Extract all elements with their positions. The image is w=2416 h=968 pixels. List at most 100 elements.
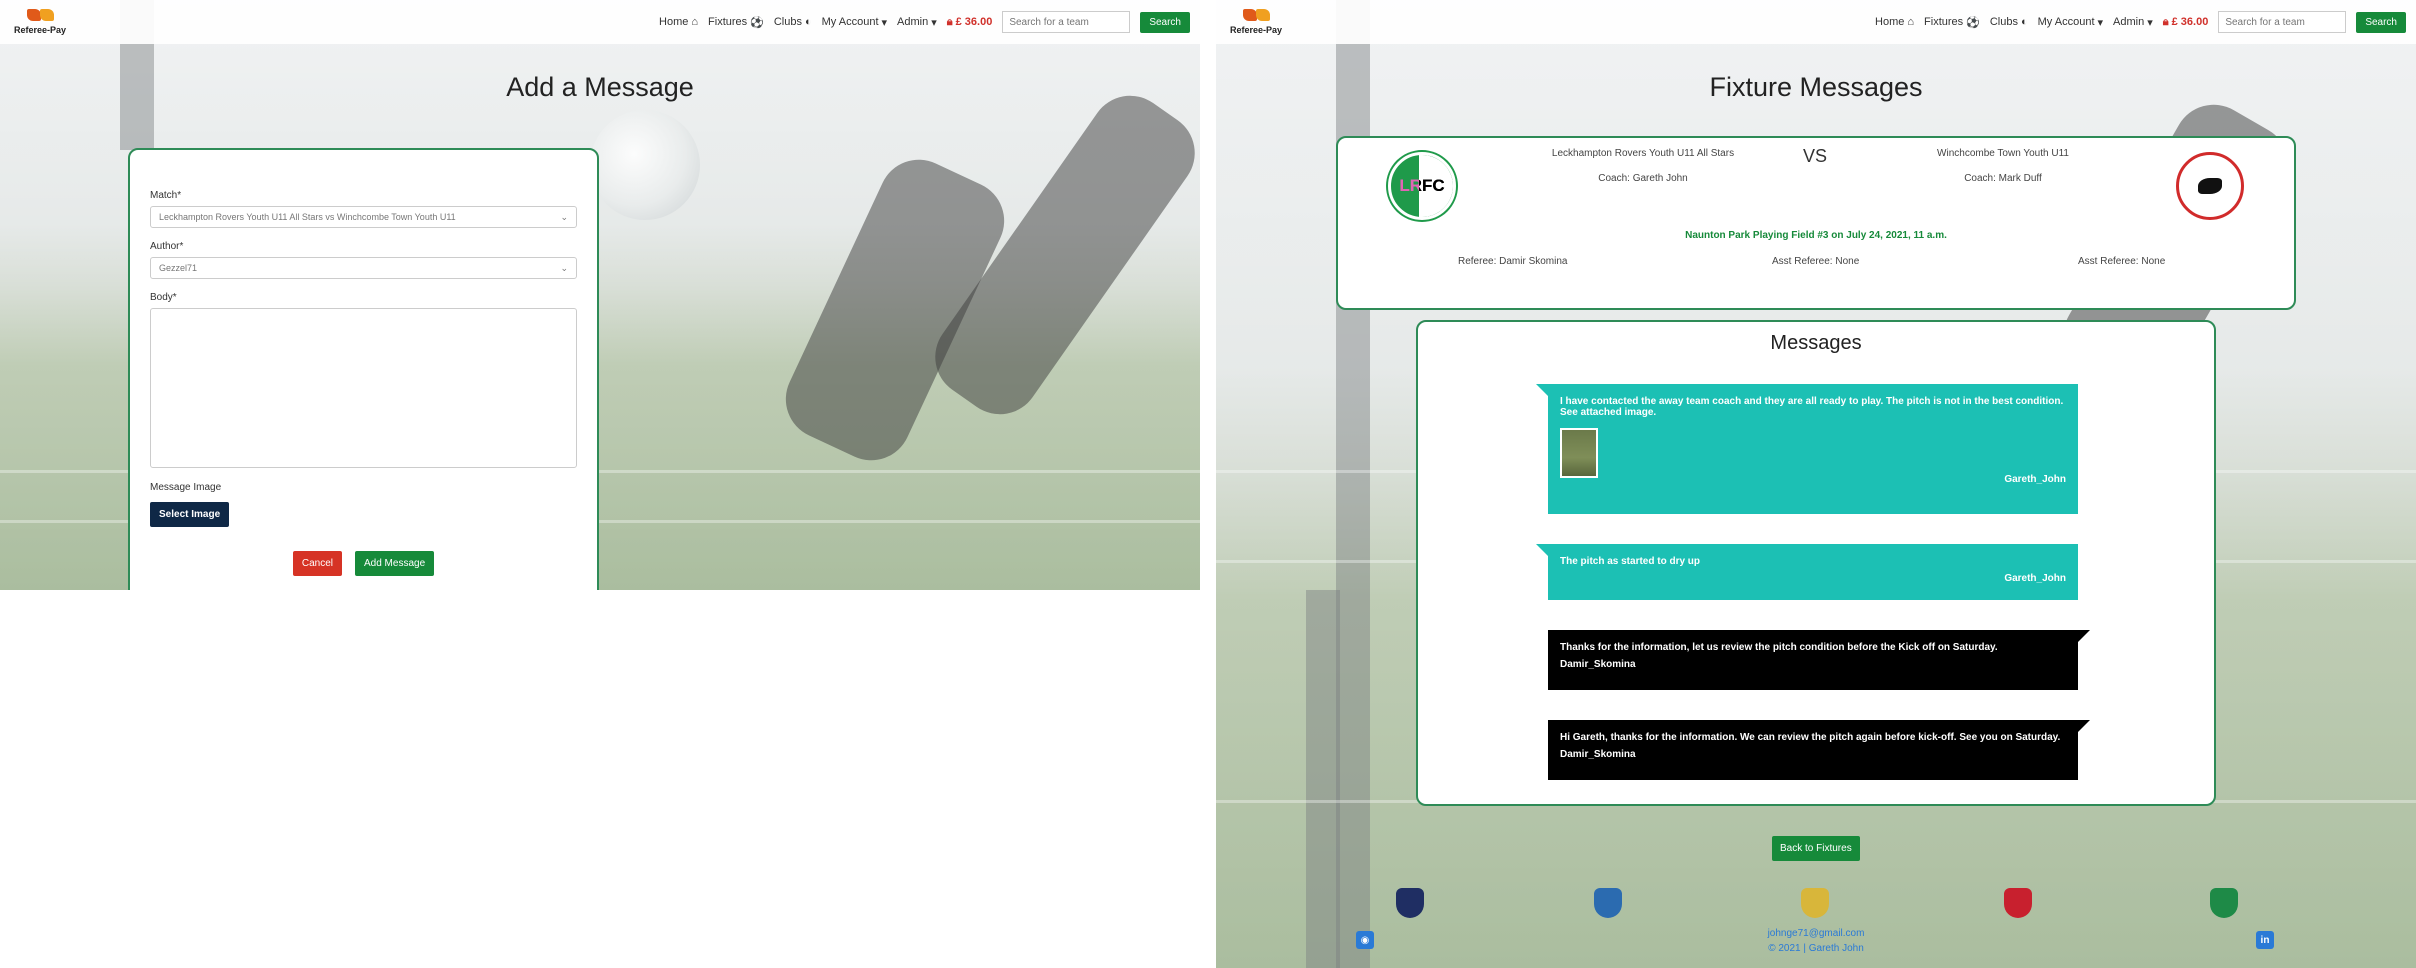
nav-fixtures-label: Fixtures: [1924, 16, 1964, 28]
nav-clubs[interactable]: Clubs ◐: [1990, 16, 2028, 28]
message-bubble: Thanks for the information, let us revie…: [1548, 630, 2090, 690]
away-coach: Coach: Mark Duff: [1964, 173, 2042, 184]
cart-total: £ 36.00: [2171, 16, 2209, 28]
nav-my-account[interactable]: My Account ▾: [822, 16, 887, 29]
assistant-referee-1: Asst Referee: None: [1772, 256, 1860, 267]
lock-icon: 🔒︎: [946, 15, 953, 28]
message-text: Thanks for the information, let us revie…: [1560, 642, 1998, 653]
wales-fa-badge-icon: [2004, 888, 2032, 918]
home-team-name: Leckhampton Rovers Youth U11 All Stars: [1551, 148, 1735, 159]
fixture-card: LRFC Leckhampton Rovers Youth U11 All St…: [1336, 136, 2296, 310]
author-select[interactable]: Gezzel71 ⌄: [150, 257, 577, 279]
nav-home[interactable]: Home ⌂: [659, 16, 698, 28]
message-author: Damir_Skomina: [1560, 749, 1636, 760]
message-text: Hi Gareth, thanks for the information. W…: [1560, 732, 2061, 743]
magpie-icon: [2198, 178, 2222, 194]
image-label: Message Image: [150, 482, 222, 493]
nav-clubs[interactable]: Clubs ◐: [774, 16, 812, 28]
nav-cart[interactable]: 🔒︎ £ 36.00: [947, 16, 993, 29]
page-title: Fixture Messages: [1709, 72, 1923, 102]
nav-fixtures[interactable]: Fixtures ⚽: [708, 16, 764, 29]
cancel-button[interactable]: Cancel: [292, 551, 342, 576]
page-title: Add a Message: [506, 72, 694, 102]
ireland-fa-badge-icon: [2210, 888, 2238, 918]
venue-datetime: Naunton Park Playing Field #3 on July 24…: [1685, 230, 1947, 241]
home-icon: ⌂: [1907, 16, 1915, 28]
linkedin-icon[interactable]: in: [2256, 931, 2274, 949]
caret-down-icon: ▾: [2147, 16, 2153, 29]
match-select-value: Leckhampton Rovers Youth U11 All Stars v…: [159, 212, 456, 222]
message-author: Damir_Skomina: [1560, 659, 1636, 670]
message-image-thumbnail[interactable]: [1560, 428, 1598, 478]
assistant-referee-2: Asst Referee: None: [2078, 256, 2166, 267]
flags-icon: [25, 9, 55, 23]
flags-icon: [1241, 9, 1271, 23]
footer-copyright: © 2021 | Gareth John: [1768, 943, 1864, 954]
caret-down-icon: ▾: [881, 16, 888, 29]
lock-icon: 🔒︎: [2162, 15, 2169, 28]
nav-my-account-label: My Account: [2037, 16, 2095, 28]
fixture-messages-screen: Referee-Pay Home ⌂ Fixtures ⚽ Clubs ◐ My Ac…: [1216, 0, 2416, 968]
nav-admin-label: Admin: [897, 16, 929, 28]
ball-icon: ⚽: [750, 16, 764, 29]
scotland-fa-badge-icon: [1801, 888, 1829, 918]
nav-clubs-label: Clubs: [773, 16, 802, 28]
search-button[interactable]: Search: [1140, 11, 1190, 33]
search-input[interactable]: [2218, 11, 2347, 33]
brand-logo[interactable]: Referee-Pay: [1226, 9, 1286, 35]
nav-cart[interactable]: 🔒︎ £ 36.00: [2163, 16, 2209, 29]
message-bubble: I have contacted the away team coach and…: [1536, 384, 2078, 514]
brand-name: Referee-Pay: [13, 25, 67, 35]
nav-admin[interactable]: Admin ▾: [897, 16, 937, 29]
add-message-button[interactable]: Add Message: [354, 551, 435, 576]
home-team: Leckhampton Rovers Youth U11 All Stars C…: [1498, 148, 1788, 184]
navbar: Referee-Pay Home ⌂ Fixtures ⚽ Clubs ◐ My Ac…: [1216, 0, 2416, 44]
chevron-down-icon: ⌄: [560, 262, 568, 273]
referee: Referee: Damir Skomina: [1458, 256, 1568, 267]
body-textarea[interactable]: [150, 308, 577, 468]
caret-down-icon: ▾: [931, 16, 937, 29]
footer-email-link[interactable]: johnge71@gmail.com: [1216, 928, 2416, 939]
message-text: I have contacted the away team coach and…: [1560, 396, 2064, 418]
vs-label: VS: [1803, 146, 1828, 166]
nav-my-account[interactable]: My Account ▾: [2038, 16, 2103, 29]
navbar: Referee-Pay Home ⌂ Fixtures ⚽ Clubs ◐ My Ac…: [0, 0, 1200, 44]
nav-home-label: Home: [659, 16, 689, 28]
shield-icon: ◐: [2020, 16, 2028, 28]
ball-icon: ⚽: [1966, 16, 1980, 29]
away-club-crest: [2176, 152, 2244, 220]
home-crest-text: LRFC: [1399, 176, 1445, 195]
messages-card: Messages I have contacted the away team …: [1416, 320, 2216, 806]
back-to-fixtures-button[interactable]: Back to Fixtures: [1772, 836, 1860, 861]
england-fa-badge-icon: [1396, 888, 1424, 918]
nav-my-account-label: My Account: [821, 16, 879, 28]
add-message-screen: Referee-Pay Home ⌂ Fixtures ⚽ Clubs ◐ My Ac…: [0, 0, 1200, 590]
message-text: The pitch as started to dry up: [1560, 556, 1701, 567]
brand-logo[interactable]: Referee-Pay: [10, 9, 70, 35]
home-icon: ⌂: [691, 16, 699, 28]
nav-admin[interactable]: Admin ▾: [2113, 16, 2153, 29]
message-author: Gareth_John: [2004, 474, 2066, 485]
nav-clubs-label: Clubs: [1989, 16, 2018, 28]
nav-fixtures[interactable]: Fixtures ⚽: [1924, 16, 1980, 29]
nav-admin-label: Admin: [2113, 16, 2145, 28]
match-label: Match*: [150, 190, 182, 201]
home-coach: Coach: Gareth John: [1598, 173, 1688, 184]
add-message-form: Match* Leckhampton Rovers Youth U11 All …: [128, 148, 599, 590]
author-label: Author*: [150, 241, 184, 252]
shield-icon: ◐: [804, 16, 812, 28]
messages-title: Messages: [1770, 332, 1862, 354]
search-button[interactable]: Search: [2356, 11, 2406, 33]
northern-ireland-fa-badge-icon: [1594, 888, 1622, 918]
nav-home[interactable]: Home ⌂: [1875, 16, 1914, 28]
brand-name: Referee-Pay: [1229, 25, 1283, 35]
author-select-value: Gezzel71: [159, 263, 198, 273]
caret-down-icon: ▾: [2097, 16, 2104, 29]
message-bubble: Hi Gareth, thanks for the information. W…: [1548, 720, 2090, 780]
chevron-down-icon: ⌄: [560, 211, 568, 222]
select-image-button[interactable]: Select Image: [150, 502, 230, 527]
search-input[interactable]: [1002, 11, 1131, 33]
nav-home-label: Home: [1875, 16, 1905, 28]
body-label: Body*: [150, 292, 177, 303]
match-select[interactable]: Leckhampton Rovers Youth U11 All Stars v…: [150, 206, 577, 228]
